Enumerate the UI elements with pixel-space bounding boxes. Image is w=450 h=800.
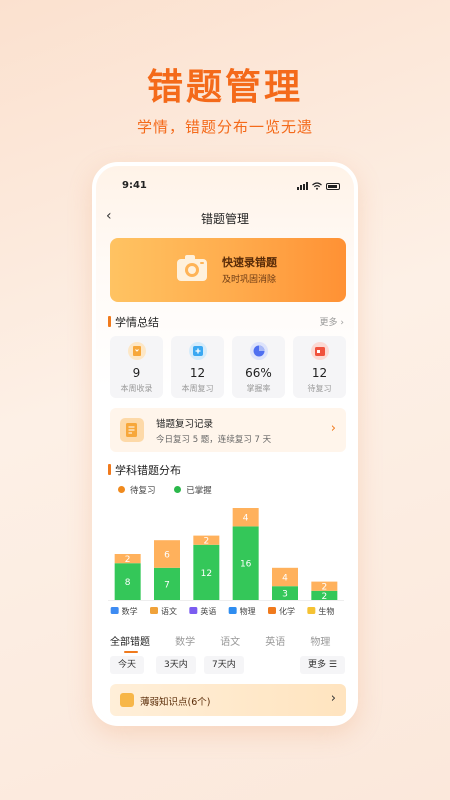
legend-label: 已掌握 [186, 486, 212, 496]
status-time: 9:41 [122, 180, 147, 191]
more-label: 更多 [308, 660, 327, 670]
stat-label: 掌握率 [246, 384, 271, 393]
bar-value-label: 6 [164, 551, 170, 561]
legend-item-pending: 待复习 [118, 484, 156, 496]
book-icon [120, 693, 134, 707]
weak-points-label: 薄弱知识点(6个) [140, 697, 211, 708]
quick-record-banner[interactable]: 快速录错题 及时巩固消除 [110, 238, 346, 302]
nav-bar: ‹ 错题管理 [96, 208, 354, 230]
bar-value-label: 12 [201, 569, 212, 579]
phone-frame: 9:41 ‹ 错题管理 快速录错题 及时巩固消除 学情总结 更多 › 9 本周收… [92, 162, 358, 726]
signal-icon [297, 182, 308, 190]
nav-title: 错题管理 [200, 212, 249, 226]
wifi-icon [312, 182, 322, 190]
legend-item-mastered: 已掌握 [174, 484, 212, 496]
bar-value-label: 2 [125, 555, 131, 565]
battery-icon [326, 182, 340, 190]
banner-subtitle: 及时巩固消除 [222, 275, 277, 285]
category-label: 英语 [200, 606, 216, 616]
time-filters: 今天 3天内 7天内 更多 ☰ [110, 656, 346, 676]
stat-value: 66% [245, 366, 272, 380]
pie-icon [250, 342, 268, 360]
filter-today[interactable]: 今天 [110, 656, 145, 674]
weak-points-card[interactable]: 薄弱知识点(6个) › [110, 684, 346, 716]
stat-label: 本周收录 [120, 384, 153, 393]
record-title: 错题复习记录 [156, 419, 214, 430]
summary-title: 学情总结 [115, 316, 159, 329]
camera-icon [177, 255, 207, 281]
banner-title: 快速录错题 [222, 256, 277, 269]
bar-value-label: 7 [164, 580, 170, 590]
subject-tabs: 全部错题 数学 语文 英语 物理 化 [110, 630, 354, 654]
plus-box-icon [189, 342, 207, 360]
chevron-right-icon: › [330, 421, 336, 436]
more-label: 更多 [319, 318, 338, 328]
tab-all[interactable]: 全部错题 [110, 633, 150, 653]
section-accent-bar [108, 464, 111, 475]
filter-7days[interactable]: 7天内 [204, 656, 244, 674]
subject-icon [189, 607, 198, 614]
app-screen: 9:41 ‹ 错题管理 快速录错题 及时巩固消除 学情总结 更多 › 9 本周收… [96, 166, 354, 722]
stat-card-pending-review[interactable]: 12 待复习 [293, 336, 346, 398]
distribution-header: 学科错题分布 [108, 462, 344, 477]
bar-value-label: 2 [203, 537, 209, 547]
bar-value-label: 8 [125, 578, 131, 588]
category-label: 物理 [240, 606, 256, 616]
menu-icon: ☰ [328, 660, 337, 670]
status-icons [297, 182, 340, 190]
stat-card-weekly-collected[interactable]: 9 本周收录 [110, 336, 163, 398]
stat-card-weekly-reviewed[interactable]: 12 本周复习 [171, 336, 224, 398]
subject-error-bar-chart: 82数学76语文122英语164物理34化学22生物 [108, 508, 344, 616]
record-subtitle: 今日复习 5 题，连续复习 7 天 [156, 435, 272, 445]
category-label: 化学 [279, 606, 295, 616]
bar-value-label: 2 [321, 583, 327, 593]
stat-value: 12 [189, 366, 206, 380]
chevron-right-icon: › [330, 691, 336, 706]
bar-value-label: 16 [240, 560, 252, 570]
distribution-title: 学科错题分布 [115, 464, 181, 477]
filter-3days[interactable]: 3天内 [156, 656, 196, 674]
stat-card-mastery-rate[interactable]: 66% 掌握率 [232, 336, 285, 398]
stat-label: 待复习 [307, 384, 332, 393]
tab-english[interactable]: 英语 [265, 633, 285, 648]
legend-dot [174, 486, 182, 493]
stat-label: 本周复习 [181, 384, 214, 393]
summary-more-link[interactable]: 更多 › [320, 315, 344, 328]
subject-icon [110, 607, 119, 614]
section-accent-bar [108, 316, 111, 327]
legend-dot [118, 486, 125, 493]
subject-icon [307, 607, 316, 614]
tab-physics[interactable]: 物理 [310, 633, 330, 648]
hero-title: 错题管理 [146, 67, 303, 108]
subject-icon [150, 607, 158, 614]
bookmark-icon [128, 342, 146, 360]
subject-icon [268, 607, 276, 614]
hero-subtitle: 学情，错题分布一览无遗 [136, 118, 313, 136]
category-label: 生物 [318, 606, 334, 616]
calendar-icon [311, 342, 329, 360]
bar-value-label: 4 [282, 574, 288, 584]
category-label: 数学 [122, 606, 138, 616]
filter-more-button[interactable]: 更多 ☰ [300, 656, 345, 674]
notebook-icon [120, 418, 144, 442]
subject-icon [228, 607, 237, 614]
stat-value: 12 [311, 366, 328, 380]
status-bar: 9:41 [96, 180, 354, 196]
bar-value-label: 3 [282, 590, 288, 600]
chart-legend: 待复习 已掌握 [118, 484, 228, 496]
tab-math[interactable]: 数学 [175, 633, 195, 648]
stat-value: 9 [132, 366, 141, 380]
bar-value-label: 4 [243, 514, 249, 524]
tab-chinese[interactable]: 语文 [220, 633, 240, 648]
stats-row: 9 本周收录 12 本周复习 66% 掌握率 12 待复习 [110, 336, 346, 398]
category-label: 语文 [161, 606, 177, 616]
review-record-card[interactable]: 错题复习记录 今日复习 5 题，连续复习 7 天 › [110, 408, 346, 452]
legend-label: 待复习 [130, 486, 156, 496]
summary-header: 学情总结 更多 › [108, 314, 344, 329]
